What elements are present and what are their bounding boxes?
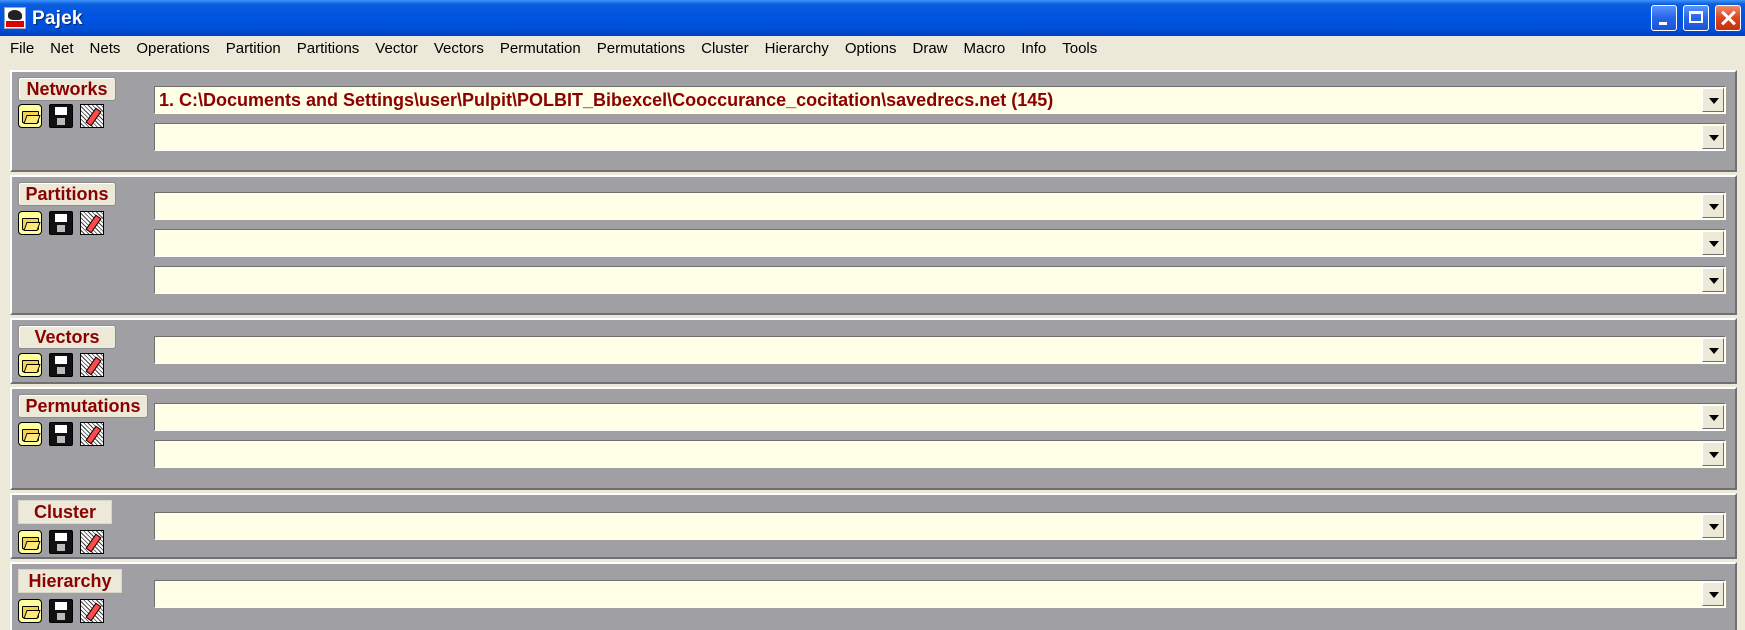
partitions-toolbar: [18, 211, 104, 235]
partitions-select-3[interactable]: [154, 266, 1726, 294]
menu-hierarchy[interactable]: Hierarchy: [757, 38, 837, 60]
cluster-toolbar: [18, 530, 104, 554]
partitions-select-2[interactable]: [154, 229, 1726, 257]
edit-icon[interactable]: [80, 211, 104, 235]
open-folder-icon[interactable]: [18, 599, 42, 623]
menu-nets[interactable]: Nets: [82, 38, 129, 60]
menu-macro[interactable]: Macro: [956, 38, 1014, 60]
menu-partitions[interactable]: Partitions: [289, 38, 368, 60]
cluster-label[interactable]: Cluster: [18, 500, 112, 524]
menu-tools[interactable]: Tools: [1054, 38, 1105, 60]
hierarchy-select-1[interactable]: [154, 580, 1726, 608]
hierarchy-panel: Hierarchy: [10, 562, 1737, 630]
permutations-select-2[interactable]: [154, 440, 1726, 468]
pajek-window: Pajek File Net Nets Operations Partition…: [0, 0, 1745, 630]
hierarchy-toolbar: [18, 599, 104, 623]
edit-icon[interactable]: [80, 104, 104, 128]
networks-select-2[interactable]: [154, 123, 1726, 151]
vectors-toolbar: [18, 353, 104, 377]
close-button[interactable]: [1715, 5, 1741, 31]
chevron-down-icon[interactable]: [1702, 231, 1724, 255]
menu-partition[interactable]: Partition: [218, 38, 289, 60]
minimize-button[interactable]: [1651, 5, 1677, 31]
menu-bar: File Net Nets Operations Partition Parti…: [0, 36, 1745, 62]
save-disk-icon[interactable]: [49, 422, 73, 446]
cluster-panel: Cluster: [10, 493, 1737, 559]
hierarchy-label[interactable]: Hierarchy: [18, 569, 122, 593]
chevron-down-icon[interactable]: [1702, 194, 1724, 218]
menu-vectors[interactable]: Vectors: [426, 38, 492, 60]
menu-info[interactable]: Info: [1013, 38, 1054, 60]
permutations-panel: Permutations: [10, 387, 1737, 490]
menu-cluster[interactable]: Cluster: [693, 38, 757, 60]
vectors-panel: Vectors: [10, 318, 1737, 384]
networks-panel: Networks 1. C:\Documents and Settings\us…: [10, 70, 1737, 172]
permutations-select-1[interactable]: [154, 403, 1726, 431]
networks-label[interactable]: Networks: [18, 77, 116, 101]
edit-icon[interactable]: [80, 530, 104, 554]
edit-icon[interactable]: [80, 422, 104, 446]
vectors-select-1[interactable]: [154, 336, 1726, 364]
menu-draw[interactable]: Draw: [905, 38, 956, 60]
maximize-button[interactable]: [1683, 5, 1709, 31]
vectors-label[interactable]: Vectors: [18, 325, 116, 349]
open-folder-icon[interactable]: [18, 104, 42, 128]
permutations-toolbar: [18, 422, 104, 446]
menu-permutations[interactable]: Permutations: [589, 38, 693, 60]
title-bar[interactable]: Pajek: [0, 0, 1745, 36]
permutations-label[interactable]: Permutations: [18, 394, 148, 418]
chevron-down-icon[interactable]: [1702, 338, 1724, 362]
partitions-label[interactable]: Partitions: [18, 182, 116, 206]
save-disk-icon[interactable]: [49, 599, 73, 623]
pajek-app-icon: [4, 7, 26, 29]
menu-options[interactable]: Options: [837, 38, 905, 60]
open-folder-icon[interactable]: [18, 530, 42, 554]
open-folder-icon[interactable]: [18, 422, 42, 446]
save-disk-icon[interactable]: [49, 530, 73, 554]
save-disk-icon[interactable]: [49, 353, 73, 377]
menu-operations[interactable]: Operations: [128, 38, 217, 60]
partitions-select-1[interactable]: [154, 192, 1726, 220]
chevron-down-icon[interactable]: [1702, 514, 1724, 538]
menu-permutation[interactable]: Permutation: [492, 38, 589, 60]
window-title: Pajek: [32, 8, 83, 29]
edit-icon[interactable]: [80, 353, 104, 377]
chevron-down-icon[interactable]: [1702, 582, 1724, 606]
menu-vector[interactable]: Vector: [367, 38, 426, 60]
chevron-down-icon[interactable]: [1702, 268, 1724, 292]
save-disk-icon[interactable]: [49, 104, 73, 128]
save-disk-icon[interactable]: [49, 211, 73, 235]
chevron-down-icon[interactable]: [1702, 125, 1724, 149]
chevron-down-icon[interactable]: [1702, 405, 1724, 429]
open-folder-icon[interactable]: [18, 211, 42, 235]
chevron-down-icon[interactable]: [1702, 88, 1724, 112]
networks-select-1[interactable]: 1. C:\Documents and Settings\user\Pulpit…: [154, 86, 1726, 114]
cluster-select-1[interactable]: [154, 512, 1726, 540]
menu-file[interactable]: File: [0, 38, 42, 60]
networks-select-1-value: 1. C:\Documents and Settings\user\Pulpit…: [159, 90, 1054, 110]
open-folder-icon[interactable]: [18, 353, 42, 377]
main-content: Networks 1. C:\Documents and Settings\us…: [0, 62, 1745, 630]
chevron-down-icon[interactable]: [1702, 442, 1724, 466]
partitions-panel: Partitions: [10, 175, 1737, 315]
menu-net[interactable]: Net: [42, 38, 81, 60]
edit-icon[interactable]: [80, 599, 104, 623]
networks-toolbar: [18, 104, 104, 128]
